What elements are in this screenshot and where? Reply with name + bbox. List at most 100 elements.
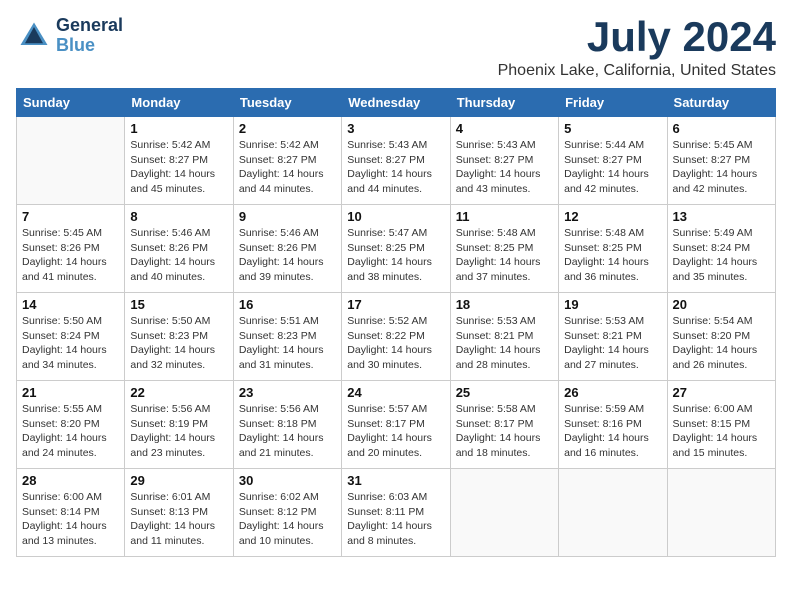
title-area: July 2024 Phoenix Lake, California, Unit… bbox=[498, 16, 776, 80]
calendar-header-tuesday: Tuesday bbox=[233, 89, 341, 117]
calendar-cell: 25 Sunrise: 5:58 AM Sunset: 8:17 PM Dayli… bbox=[450, 381, 558, 469]
calendar-cell: 3 Sunrise: 5:43 AM Sunset: 8:27 PM Daylig… bbox=[342, 117, 450, 205]
calendar-week-4: 21Sunrise: 5:55 AM Sunset: 8:20 PM Dayli… bbox=[17, 381, 776, 469]
day-number: 16 bbox=[239, 297, 336, 312]
day-number: 20 bbox=[673, 297, 770, 312]
day-info: Sunrise: 5:46 AM Sunset: 8:26 PM Dayligh… bbox=[130, 226, 227, 285]
day-number: 22 bbox=[130, 385, 227, 400]
calendar-header-sunday: Sunday bbox=[17, 89, 125, 117]
day-info: Sunrise: 5:44 AM Sunset: 8:27 PM Dayligh… bbox=[564, 138, 661, 197]
calendar-cell: 31 Sunrise: 6:03 AM Sunset: 8:11 PM Dayli… bbox=[342, 469, 450, 557]
day-number: 12 bbox=[564, 209, 661, 224]
day-info: Sunrise: 5:51 AM Sunset: 8:23 PM Dayligh… bbox=[239, 314, 336, 373]
day-number: 9 bbox=[239, 209, 336, 224]
day-info: Sunrise: 5:52 AM Sunset: 8:22 PM Dayligh… bbox=[347, 314, 444, 373]
day-number: 29 bbox=[130, 473, 227, 488]
day-number: 14 bbox=[22, 297, 119, 312]
day-info: Sunrise: 5:42 AM Sunset: 8:27 PM Dayligh… bbox=[239, 138, 336, 197]
calendar-header-thursday: Thursday bbox=[450, 89, 558, 117]
calendar-cell: 7Sunrise: 5:45 AM Sunset: 8:26 PM Daylig… bbox=[17, 205, 125, 293]
day-info: Sunrise: 5:53 AM Sunset: 8:21 PM Dayligh… bbox=[456, 314, 553, 373]
calendar-cell bbox=[17, 117, 125, 205]
day-number: 11 bbox=[456, 209, 553, 224]
day-info: Sunrise: 5:48 AM Sunset: 8:25 PM Dayligh… bbox=[456, 226, 553, 285]
day-number: 30 bbox=[239, 473, 336, 488]
calendar-cell: 10 Sunrise: 5:47 AM Sunset: 8:25 PM Dayli… bbox=[342, 205, 450, 293]
day-number: 27 bbox=[673, 385, 770, 400]
day-number: 5 bbox=[564, 121, 661, 136]
day-number: 6 bbox=[673, 121, 770, 136]
day-number: 28 bbox=[22, 473, 119, 488]
day-number: 8 bbox=[130, 209, 227, 224]
logo: General Blue bbox=[16, 16, 123, 56]
day-number: 25 bbox=[456, 385, 553, 400]
calendar-cell: 1 Sunrise: 5:42 AM Sunset: 8:27 PM Daylig… bbox=[125, 117, 233, 205]
day-info: Sunrise: 5:43 AM Sunset: 8:27 PM Dayligh… bbox=[456, 138, 553, 197]
calendar-cell: 2 Sunrise: 5:42 AM Sunset: 8:27 PM Daylig… bbox=[233, 117, 341, 205]
day-info: Sunrise: 6:03 AM Sunset: 8:11 PM Dayligh… bbox=[347, 490, 444, 549]
calendar-header-friday: Friday bbox=[559, 89, 667, 117]
calendar-week-5: 28 Sunrise: 6:00 AM Sunset: 8:14 PM Dayli… bbox=[17, 469, 776, 557]
day-number: 24 bbox=[347, 385, 444, 400]
calendar-cell: 15 Sunrise: 5:50 AM Sunset: 8:23 PM Dayli… bbox=[125, 293, 233, 381]
day-info: Sunrise: 6:00 AM Sunset: 8:14 PM Dayligh… bbox=[22, 490, 119, 549]
day-number: 31 bbox=[347, 473, 444, 488]
day-info: Sunrise: 5:48 AM Sunset: 8:25 PM Dayligh… bbox=[564, 226, 661, 285]
logo-text: General Blue bbox=[56, 16, 123, 56]
day-info: Sunrise: 5:57 AM Sunset: 8:17 PM Dayligh… bbox=[347, 402, 444, 461]
day-info: Sunrise: 5:42 AM Sunset: 8:27 PM Dayligh… bbox=[130, 138, 227, 197]
day-info: Sunrise: 6:00 AM Sunset: 8:15 PM Dayligh… bbox=[673, 402, 770, 461]
day-info: Sunrise: 5:46 AM Sunset: 8:26 PM Dayligh… bbox=[239, 226, 336, 285]
day-info: Sunrise: 5:56 AM Sunset: 8:19 PM Dayligh… bbox=[130, 402, 227, 461]
day-info: Sunrise: 5:45 AM Sunset: 8:27 PM Dayligh… bbox=[673, 138, 770, 197]
calendar-cell: 17 Sunrise: 5:52 AM Sunset: 8:22 PM Dayli… bbox=[342, 293, 450, 381]
calendar-cell: 16 Sunrise: 5:51 AM Sunset: 8:23 PM Dayli… bbox=[233, 293, 341, 381]
day-info: Sunrise: 5:58 AM Sunset: 8:17 PM Dayligh… bbox=[456, 402, 553, 461]
day-info: Sunrise: 5:43 AM Sunset: 8:27 PM Dayligh… bbox=[347, 138, 444, 197]
calendar-header-monday: Monday bbox=[125, 89, 233, 117]
calendar-week-3: 14 Sunrise: 5:50 AM Sunset: 8:24 PM Dayli… bbox=[17, 293, 776, 381]
day-info: Sunrise: 5:59 AM Sunset: 8:16 PM Dayligh… bbox=[564, 402, 661, 461]
calendar-cell: 22 Sunrise: 5:56 AM Sunset: 8:19 PM Dayli… bbox=[125, 381, 233, 469]
day-info: Sunrise: 5:45 AM Sunset: 8:26 PM Dayligh… bbox=[22, 226, 119, 285]
calendar-cell bbox=[559, 469, 667, 557]
calendar-cell: 8 Sunrise: 5:46 AM Sunset: 8:26 PM Daylig… bbox=[125, 205, 233, 293]
day-number: 18 bbox=[456, 297, 553, 312]
calendar-header-wednesday: Wednesday bbox=[342, 89, 450, 117]
day-number: 3 bbox=[347, 121, 444, 136]
calendar-cell: 4 Sunrise: 5:43 AM Sunset: 8:27 PM Daylig… bbox=[450, 117, 558, 205]
calendar-cell: 18 Sunrise: 5:53 AM Sunset: 8:21 PM Dayli… bbox=[450, 293, 558, 381]
day-info: Sunrise: 5:50 AM Sunset: 8:23 PM Dayligh… bbox=[130, 314, 227, 373]
day-info: Sunrise: 5:47 AM Sunset: 8:25 PM Dayligh… bbox=[347, 226, 444, 285]
day-number: 2 bbox=[239, 121, 336, 136]
calendar-cell: 20Sunrise: 5:54 AM Sunset: 8:20 PM Dayli… bbox=[667, 293, 775, 381]
calendar-cell: 5 Sunrise: 5:44 AM Sunset: 8:27 PM Daylig… bbox=[559, 117, 667, 205]
calendar-cell: 13Sunrise: 5:49 AM Sunset: 8:24 PM Dayli… bbox=[667, 205, 775, 293]
day-info: Sunrise: 5:49 AM Sunset: 8:24 PM Dayligh… bbox=[673, 226, 770, 285]
day-number: 10 bbox=[347, 209, 444, 224]
day-number: 17 bbox=[347, 297, 444, 312]
day-number: 4 bbox=[456, 121, 553, 136]
calendar-cell: 14 Sunrise: 5:50 AM Sunset: 8:24 PM Dayli… bbox=[17, 293, 125, 381]
calendar-week-2: 7Sunrise: 5:45 AM Sunset: 8:26 PM Daylig… bbox=[17, 205, 776, 293]
calendar-cell: 29 Sunrise: 6:01 AM Sunset: 8:13 PM Dayli… bbox=[125, 469, 233, 557]
calendar-cell bbox=[450, 469, 558, 557]
day-number: 23 bbox=[239, 385, 336, 400]
calendar-cell: 23Sunrise: 5:56 AM Sunset: 8:18 PM Dayli… bbox=[233, 381, 341, 469]
calendar-cell: 28 Sunrise: 6:00 AM Sunset: 8:14 PM Dayli… bbox=[17, 469, 125, 557]
calendar-week-1: 1 Sunrise: 5:42 AM Sunset: 8:27 PM Daylig… bbox=[17, 117, 776, 205]
calendar-cell: 19Sunrise: 5:53 AM Sunset: 8:21 PM Dayli… bbox=[559, 293, 667, 381]
day-number: 19 bbox=[564, 297, 661, 312]
calendar-cell: 26Sunrise: 5:59 AM Sunset: 8:16 PM Dayli… bbox=[559, 381, 667, 469]
logo-icon bbox=[16, 18, 52, 54]
calendar-cell: 12 Sunrise: 5:48 AM Sunset: 8:25 PM Dayli… bbox=[559, 205, 667, 293]
day-number: 15 bbox=[130, 297, 227, 312]
calendar-cell: 24 Sunrise: 5:57 AM Sunset: 8:17 PM Dayli… bbox=[342, 381, 450, 469]
day-info: Sunrise: 6:01 AM Sunset: 8:13 PM Dayligh… bbox=[130, 490, 227, 549]
calendar-cell: 21Sunrise: 5:55 AM Sunset: 8:20 PM Dayli… bbox=[17, 381, 125, 469]
main-title: July 2024 bbox=[498, 16, 776, 58]
day-number: 1 bbox=[130, 121, 227, 136]
day-number: 21 bbox=[22, 385, 119, 400]
day-info: Sunrise: 5:50 AM Sunset: 8:24 PM Dayligh… bbox=[22, 314, 119, 373]
calendar-header-row: SundayMondayTuesdayWednesdayThursdayFrid… bbox=[17, 89, 776, 117]
